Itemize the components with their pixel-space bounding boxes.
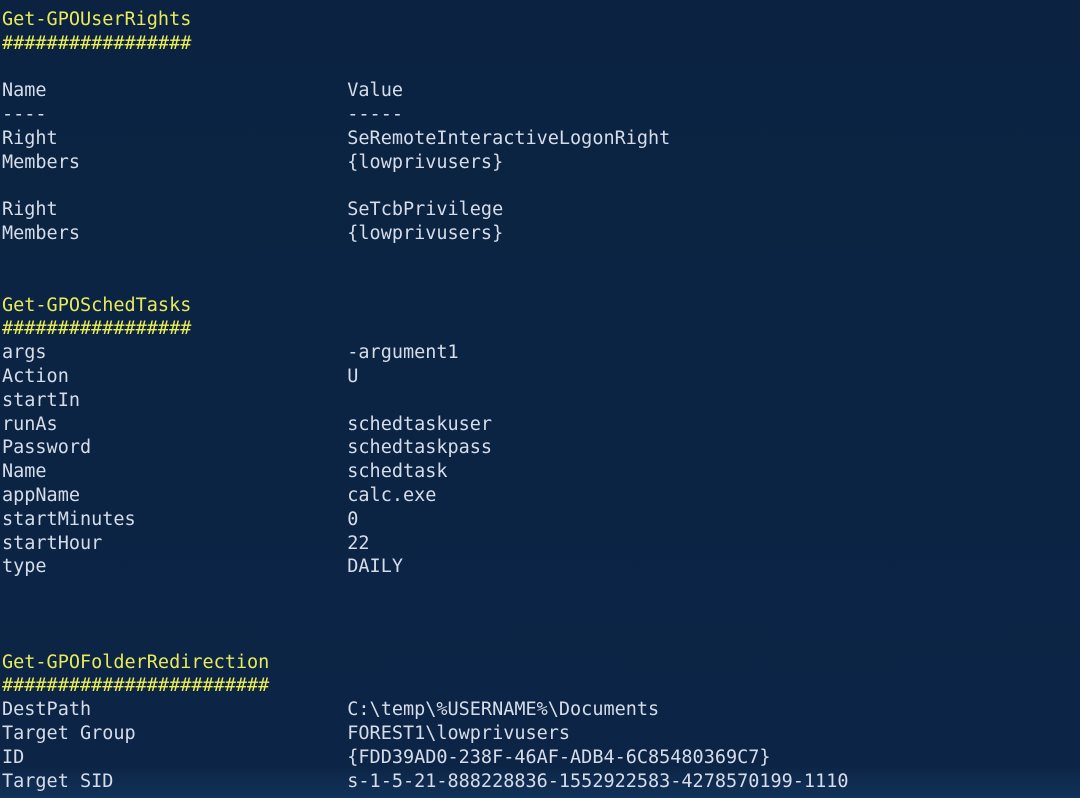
table-row: args -argument1	[0, 341, 1080, 365]
row-key: args	[2, 342, 348, 364]
row-key: Target Group	[2, 722, 348, 744]
row-key: type	[2, 556, 348, 578]
section-header: Get-GPOSchedTasks	[2, 294, 192, 316]
table-row: type DAILY	[0, 555, 1080, 579]
row-value: -argument1	[347, 342, 459, 364]
row-key: Name	[2, 80, 348, 102]
table-row: Target Group FOREST1\lowprivusers	[0, 722, 1080, 746]
row-key: Name	[2, 461, 348, 483]
powershell-terminal[interactable]: Get-GPOUserRights ################# Name …	[0, 0, 1080, 798]
row-key: Right	[2, 199, 348, 221]
row-value: FOREST1\lowprivusers	[347, 722, 571, 744]
table-row: Password schedtaskpass	[0, 436, 1080, 460]
table-row: runAs schedtaskuser	[0, 413, 1080, 437]
row-value: U	[347, 365, 359, 387]
row-value: {FDD39AD0-238F-46AF-ADB4-6C85480369C7}	[347, 746, 771, 768]
section-header: Get-GPOFolderRedirection	[2, 651, 270, 673]
table-row: startMinutes 0	[0, 508, 1080, 532]
row-key: ID	[2, 746, 348, 768]
row-value: C:\temp\%USERNAME%\Documents	[347, 699, 660, 721]
row-key: Target SID	[2, 770, 348, 792]
table-row: Right SeTcbPrivilege	[0, 198, 1080, 222]
row-key: Action	[2, 365, 348, 387]
row-value: schedtaskuser	[347, 413, 493, 435]
table-row: startHour 22	[0, 532, 1080, 556]
section-rule: ########################	[2, 675, 270, 697]
table-row: Action U	[0, 365, 1080, 389]
row-value: {lowprivusers}	[347, 223, 504, 245]
section-rule: #################	[2, 32, 192, 54]
row-value: -----	[347, 104, 403, 126]
row-value: schedtaskpass	[347, 437, 493, 459]
row-value: SeTcbPrivilege	[347, 199, 504, 221]
table-row: DestPath C:\temp\%USERNAME%\Documents	[0, 698, 1080, 722]
table-row: startIn	[0, 389, 1080, 413]
console-output: Get-GPOUserRights ################# Name …	[0, 8, 1080, 793]
table-row: Right SeRemoteInteractiveLogonRight	[0, 127, 1080, 151]
row-key: Password	[2, 437, 348, 459]
row-key: startIn	[2, 389, 348, 411]
table-row: Members {lowprivusers}	[0, 151, 1080, 175]
table-row: ID {FDD39AD0-238F-46AF-ADB4-6C85480369C7…	[0, 746, 1080, 770]
row-value: {lowprivusers}	[347, 151, 504, 173]
row-key: runAs	[2, 413, 348, 435]
row-key: startMinutes	[2, 508, 348, 530]
row-key: Members	[2, 151, 348, 173]
table-row: ---- -----	[0, 103, 1080, 127]
row-value: schedtask	[347, 461, 448, 483]
row-value: s-1-5-21-888228836-1552922583-4278570199…	[347, 770, 849, 792]
table-row: appName calc.exe	[0, 484, 1080, 508]
row-value: 22	[347, 532, 370, 554]
row-value: DAILY	[347, 556, 403, 578]
section-header: Get-GPOUserRights	[2, 9, 192, 30]
row-key: appName	[2, 484, 348, 506]
row-value: Value	[347, 80, 403, 102]
row-key: Members	[2, 223, 348, 245]
table-row: Members {lowprivusers}	[0, 222, 1080, 246]
row-key: startHour	[2, 532, 348, 554]
row-key: Right	[2, 127, 348, 149]
section-rule: #################	[2, 318, 192, 340]
table-row: Name Value	[0, 79, 1080, 103]
table-row: Name schedtask	[0, 460, 1080, 484]
table-row: Target SID s-1-5-21-888228836-1552922583…	[0, 770, 1080, 794]
row-value: calc.exe	[347, 484, 437, 506]
row-key: ----	[2, 104, 348, 126]
row-value: SeRemoteInteractiveLogonRight	[347, 127, 671, 149]
row-key: DestPath	[2, 699, 348, 721]
row-value: 0	[347, 508, 359, 530]
